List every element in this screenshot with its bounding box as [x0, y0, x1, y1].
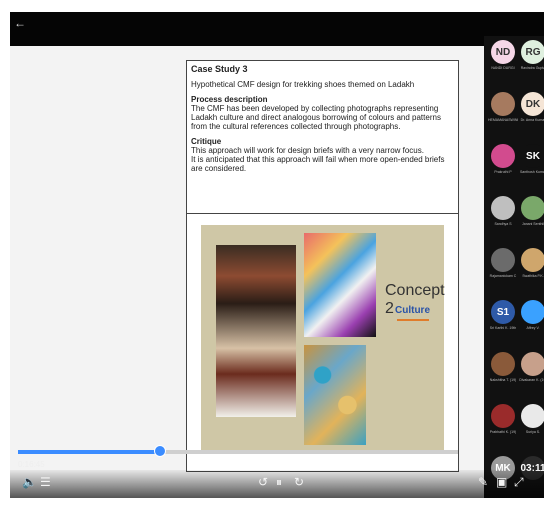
participant-name: Rajamanickam C — [489, 274, 517, 278]
process-text: The CMF has been developed by collecting… — [191, 104, 441, 131]
critique-text-2: It is anticipated that this approach wil… — [191, 155, 445, 173]
mask-photo — [304, 233, 376, 337]
participant-name: Dr. Anna Kumar — [520, 118, 544, 122]
participant-tile[interactable]: Sandhya S — [488, 196, 518, 226]
participant-name: Janani Senthil — [522, 222, 544, 226]
participant-name: Santhosh Kumar — [519, 170, 544, 174]
participant-tile[interactable]: Swathika P.K. — [518, 248, 544, 278]
slide-title: Case Study 3 — [191, 64, 248, 74]
seek-handle[interactable] — [154, 445, 166, 457]
participant-avatar: ND — [491, 40, 515, 64]
participant-name: Suriya S. — [525, 430, 541, 434]
expand-icon[interactable]: ⤢ — [514, 475, 524, 490]
participant-avatar — [521, 196, 544, 220]
seek-bar-progress — [18, 450, 159, 454]
participant-name: Swathika P.K. — [522, 274, 544, 278]
participant-avatar: S1 — [491, 300, 515, 324]
volume-icon[interactable]: 🔈 — [22, 475, 37, 489]
concept-board: Concept 2 Culture — [201, 225, 445, 451]
critique-text-1: This approach will work for design brief… — [191, 146, 424, 155]
current-time: 0:16:45 — [18, 460, 45, 469]
participant-avatar — [491, 248, 515, 272]
participant-avatar — [491, 92, 515, 116]
participant-name: Affrey V. — [526, 326, 540, 330]
participant-tile[interactable]: Suriya S. — [518, 404, 544, 434]
pause-icon[interactable]: ⏸ — [276, 475, 282, 490]
participant-name: Sri Karthi K. 19th — [489, 326, 517, 330]
concept-subtitle: Culture — [395, 305, 430, 316]
participant-name: Ravindra Gupta — [520, 66, 544, 70]
seek-bar[interactable] — [18, 450, 458, 454]
captions-icon[interactable]: ☰ — [40, 475, 51, 489]
concept-underline — [397, 319, 429, 321]
participant-avatar: DK — [521, 92, 544, 116]
back-arrow-icon[interactable]: ← — [14, 17, 26, 29]
participant-name: Nakshitha T. (19) — [489, 378, 517, 382]
portrait-photo — [216, 245, 296, 417]
participant-tile[interactable]: Janani Senthil — [518, 196, 544, 226]
participant-tile[interactable]: Prabhathi K. (19) — [488, 404, 518, 434]
process-heading: Process description — [191, 95, 268, 104]
participant-tile[interactable]: DK Dr. Anna Kumar — [518, 92, 544, 122]
slide-description: Hypothetical CMF design for trekking sho… — [191, 80, 415, 89]
participant-tile[interactable]: ND NANDI DURGI — [488, 40, 518, 70]
participant-tile[interactable]: S1 Sri Karthi K. 19th — [488, 300, 518, 330]
screen-icon[interactable]: ▣ — [496, 475, 507, 489]
participant-tile[interactable]: HEMAMANASWINI — [488, 92, 518, 122]
forward-icon[interactable]: ↻ — [294, 475, 304, 489]
participant-avatar — [491, 196, 515, 220]
participant-name: Divakaran K. (19) — [519, 378, 544, 382]
pen-icon[interactable]: ✎ — [478, 475, 488, 489]
participant-name: Prakruthi P — [494, 170, 512, 174]
jewelry-photo — [304, 345, 366, 445]
participant-name: Prabhathi K. (19) — [489, 430, 517, 434]
participant-tile[interactable]: Nakshitha T. (19) — [488, 352, 518, 382]
participant-avatar — [491, 404, 515, 428]
participant-avatar — [491, 144, 515, 168]
rewind-icon[interactable]: ↺ — [258, 475, 268, 489]
participant-tile[interactable]: SK Santhosh Kumar — [518, 144, 544, 174]
participant-tile[interactable]: RG Ravindra Gupta — [518, 40, 544, 70]
participant-avatar: RG — [521, 40, 544, 64]
participant-name: NANDI DURGI — [491, 66, 515, 70]
participant-avatar — [521, 248, 544, 272]
slide-text-box: Case Study 3 Hypothetical CMF design for… — [187, 61, 458, 214]
participant-tile[interactable]: Divakaran K. (19) — [518, 352, 544, 382]
participant-avatar — [521, 352, 544, 376]
top-bar: ← — [10, 12, 544, 46]
participant-avatar — [521, 300, 544, 324]
shared-slide: Case Study 3 Hypothetical CMF design for… — [186, 60, 459, 472]
participant-name: HEMAMANASWINI — [488, 118, 518, 122]
participant-avatar: SK — [521, 144, 544, 168]
participant-avatar — [491, 352, 515, 376]
participant-name: Sandhya S — [494, 222, 512, 226]
participant-avatar — [521, 404, 544, 428]
participant-tile[interactable]: Affrey V. — [518, 300, 544, 330]
participant-tile[interactable]: Rajamanickam C — [488, 248, 518, 278]
critique-heading: Critique — [191, 137, 222, 146]
participant-tile[interactable]: Prakruthi P — [488, 144, 518, 174]
